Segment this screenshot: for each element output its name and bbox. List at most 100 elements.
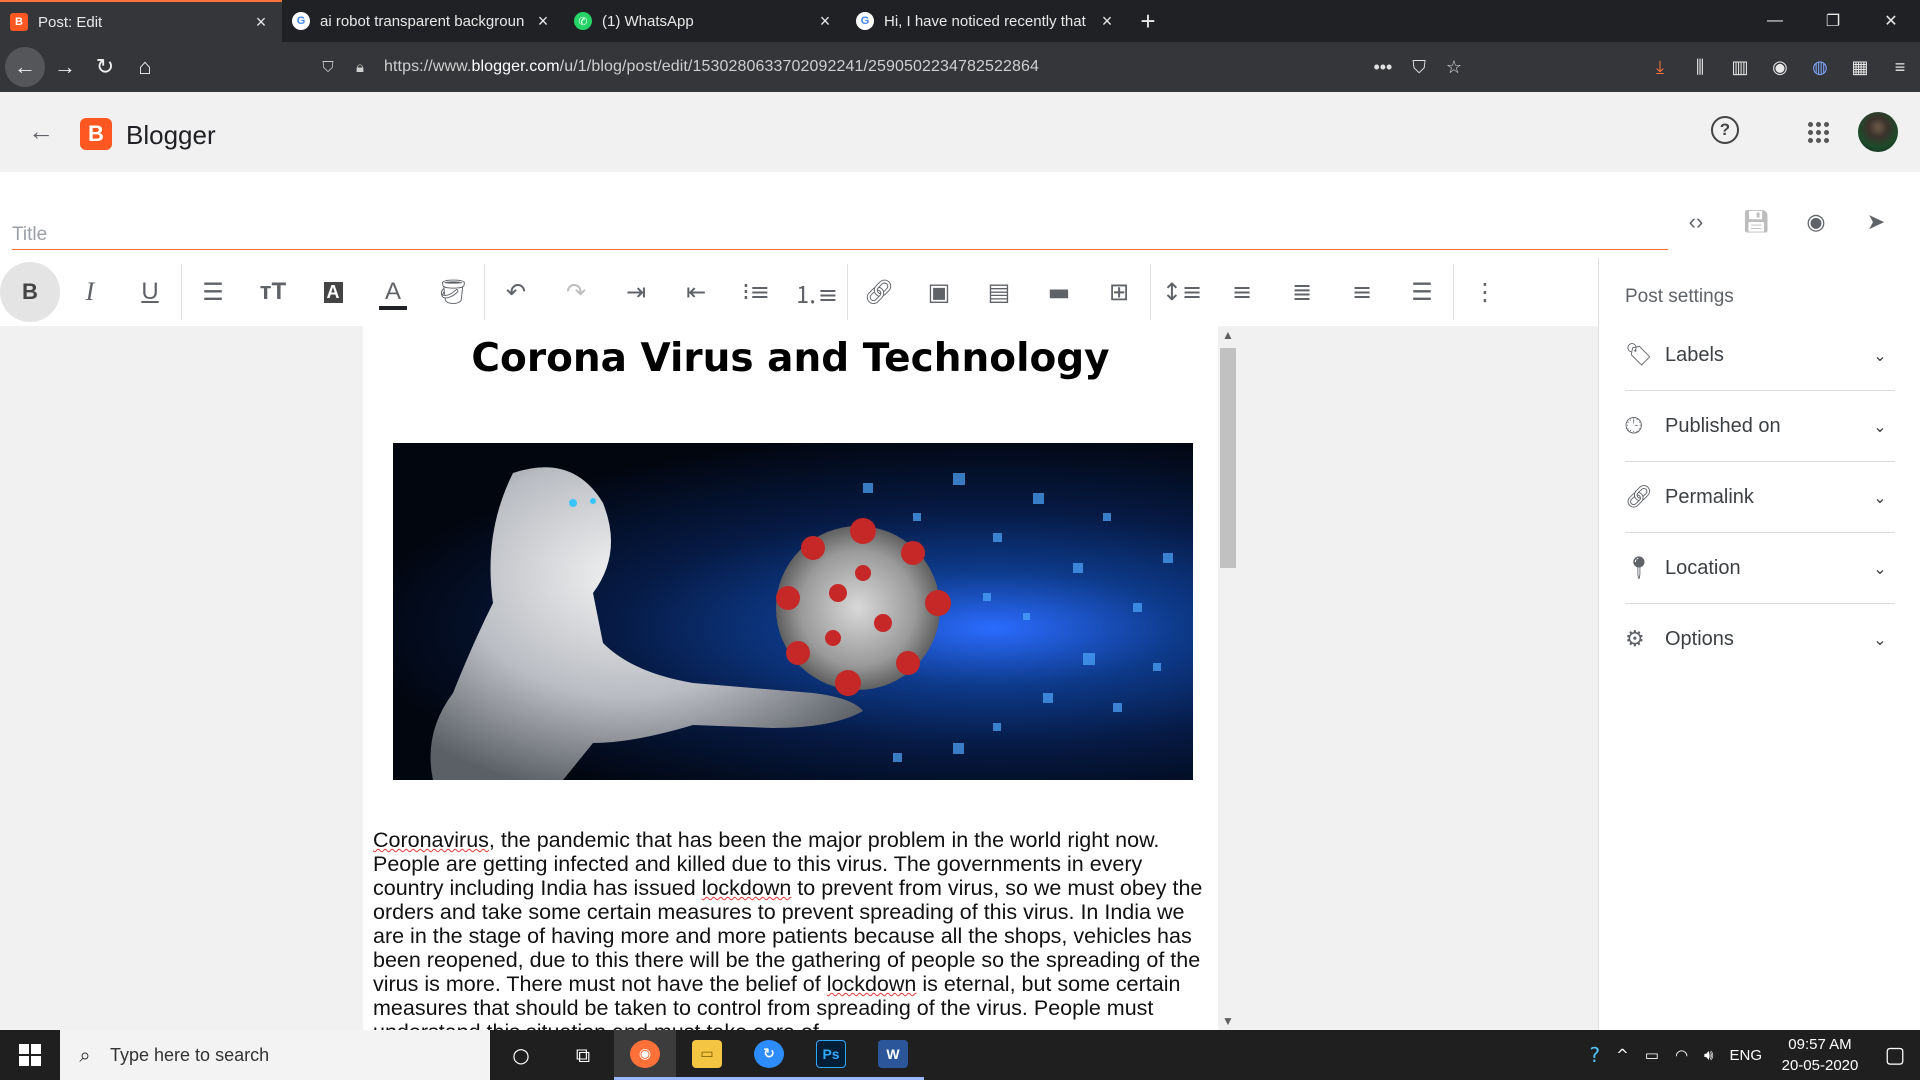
download-icon[interactable]: ⤓: [1640, 57, 1680, 78]
redo-icon[interactable]: ↷: [546, 262, 606, 322]
wifi-icon[interactable]: ◠: [1667, 1046, 1696, 1064]
close-tab-icon[interactable]: ×: [532, 11, 554, 32]
underline-button[interactable]: U: [120, 262, 180, 322]
numbered-list-icon[interactable]: ⒈≡: [786, 262, 846, 322]
post-document[interactable]: Corona Virus and Technology Coronavirus,…: [363, 326, 1218, 1030]
line-spacing-icon[interactable]: ↕≡: [1152, 262, 1212, 322]
battery-icon[interactable]: ▭: [1637, 1046, 1667, 1064]
url-text[interactable]: https://www.blogger.com/u/1/blog/post/ed…: [376, 58, 1373, 76]
tab-whatsapp[interactable]: ✆ (1) WhatsApp ×: [564, 0, 846, 42]
close-tab-icon[interactable]: ×: [250, 12, 272, 33]
help-icon[interactable]: ?: [1711, 116, 1739, 144]
font-size-icon[interactable]: ᴛT: [243, 262, 303, 322]
post-title-input[interactable]: [12, 220, 1668, 250]
cortana-icon[interactable]: ○: [490, 1030, 552, 1080]
post-settings-panel: Post settings 🏷︎ Labels ⌄ 🕒︎ Published o…: [1598, 258, 1920, 1030]
app-sync-icon[interactable]: ↻: [738, 1030, 800, 1080]
forward-arrow-icon[interactable]: →: [45, 47, 85, 87]
minimize-icon[interactable]: —: [1746, 0, 1804, 42]
photoshop-icon[interactable]: Ps: [800, 1030, 862, 1080]
firefox-taskbar-icon[interactable]: ◉: [614, 1030, 676, 1080]
italic-button[interactable]: I: [60, 262, 120, 322]
text-style-icon[interactable]: A: [303, 262, 363, 322]
indent-increase-icon[interactable]: ⇥: [606, 262, 666, 322]
jump-break-icon[interactable]: ▬: [1029, 262, 1089, 322]
publish-send-icon[interactable]: ➤: [1846, 202, 1906, 242]
settings-published-on[interactable]: 🕒︎ Published on ⌄: [1625, 391, 1895, 462]
scrollbar-thumb[interactable]: [1220, 348, 1236, 568]
language-indicator[interactable]: ENG: [1721, 1047, 1770, 1064]
settings-labels[interactable]: 🏷︎ Labels ⌄: [1625, 320, 1895, 391]
robot-virus-image[interactable]: [393, 443, 1193, 780]
tab-hi-noticed[interactable]: G Hi, I have noticed recently that ×: [846, 0, 1128, 42]
scroll-down-icon[interactable]: ▼: [1218, 1014, 1238, 1028]
menu-icon[interactable]: ≡: [1880, 57, 1920, 78]
spellcheck-word[interactable]: lockdown: [827, 972, 917, 996]
post-body-paragraph[interactable]: Coronavirus, the pandemic that has been …: [373, 828, 1213, 1030]
settings-item-label: Location: [1665, 556, 1741, 579]
close-tab-icon[interactable]: ×: [1096, 11, 1118, 32]
restore-icon[interactable]: ❐: [1804, 0, 1862, 42]
text-color-icon[interactable]: A: [363, 262, 423, 322]
address-bar[interactable]: ⛉ 🔒︎ https://www.blogger.com/u/1/blog/po…: [312, 48, 1478, 86]
sidebar-icon[interactable]: ▥: [1720, 57, 1760, 78]
taskbar-search[interactable]: ⌕ Type here to search: [60, 1030, 490, 1080]
insert-video-icon[interactable]: ▤: [969, 262, 1029, 322]
avatar[interactable]: [1858, 112, 1898, 152]
insert-image-icon[interactable]: ▣: [909, 262, 969, 322]
task-view-icon[interactable]: ⧉: [552, 1030, 614, 1080]
addons-icon[interactable]: ▦: [1840, 57, 1880, 78]
word-icon[interactable]: W: [862, 1030, 924, 1080]
more-actions-icon[interactable]: •••: [1373, 57, 1392, 78]
insert-link-icon[interactable]: 🔗︎: [849, 262, 909, 322]
highlight-color-icon[interactable]: 🪣︎: [423, 262, 483, 322]
spellcheck-word[interactable]: Coronavirus: [373, 828, 489, 852]
align-left-icon[interactable]: ≡: [1212, 262, 1272, 322]
blogger-logo-icon[interactable]: B: [80, 118, 112, 150]
settings-location[interactable]: 📍︎ Location ⌄: [1625, 533, 1895, 604]
undo-icon[interactable]: ↶: [486, 262, 546, 322]
align-center-icon[interactable]: ≣: [1272, 262, 1332, 322]
volume-icon[interactable]: 🔊︎: [1696, 1046, 1721, 1064]
save-icon[interactable]: 💾︎: [1726, 202, 1786, 242]
apps-grid-icon[interactable]: [1808, 122, 1829, 143]
scroll-up-icon[interactable]: ▲: [1218, 328, 1238, 342]
blogger-icon: B: [10, 13, 28, 31]
taskbar-clock[interactable]: 09:57 AM 20-05-2020: [1770, 1034, 1870, 1076]
settings-options[interactable]: ⚙ Options ⌄: [1625, 604, 1895, 675]
new-tab-icon[interactable]: +: [1128, 0, 1168, 42]
paragraph-format-icon[interactable]: ☰: [183, 262, 243, 322]
file-explorer-icon[interactable]: ▭: [676, 1030, 738, 1080]
tab-post-edit[interactable]: B Post: Edit ×: [0, 0, 282, 42]
account-icon[interactable]: ◉: [1760, 57, 1800, 78]
back-arrow-icon[interactable]: ←: [28, 116, 54, 147]
align-justify-icon[interactable]: ☰: [1392, 262, 1452, 322]
reload-icon[interactable]: ↻: [85, 47, 125, 87]
editor-scrollbar[interactable]: ▲ ▼: [1218, 326, 1238, 1030]
library-icon[interactable]: ⫼: [1680, 57, 1720, 78]
help-tray-icon[interactable]: ?: [1582, 1043, 1609, 1067]
bold-button[interactable]: B: [0, 262, 60, 322]
start-button[interactable]: [0, 1030, 60, 1080]
title-row: ‹› 💾︎ ◉ ➤: [0, 172, 1920, 252]
align-right-icon[interactable]: ≡: [1332, 262, 1392, 322]
indent-decrease-icon[interactable]: ⇤: [666, 262, 726, 322]
spellcheck-word[interactable]: lockdown: [702, 876, 792, 900]
tab-ai-robot[interactable]: G ai robot transparent backgroun ×: [282, 0, 564, 42]
html-view-icon[interactable]: ‹›: [1666, 202, 1726, 242]
window-close-icon[interactable]: ✕: [1862, 0, 1920, 42]
bulleted-list-icon[interactable]: ⁝≡: [726, 262, 786, 322]
home-icon[interactable]: ⌂: [125, 47, 165, 87]
extension-icon[interactable]: ◍: [1800, 57, 1840, 78]
preview-eye-icon[interactable]: ◉: [1786, 202, 1846, 242]
more-options-icon[interactable]: ⋮: [1455, 262, 1515, 322]
insert-table-icon[interactable]: ⊞: [1089, 262, 1149, 322]
pocket-icon[interactable]: ⛉: [1412, 57, 1426, 78]
notification-icon[interactable]: ▢: [1870, 1042, 1920, 1068]
chevron-up-icon[interactable]: ^: [1608, 1046, 1637, 1064]
settings-permalink[interactable]: 🔗︎ Permalink ⌄: [1625, 462, 1895, 533]
back-arrow-icon[interactable]: ←: [5, 47, 45, 87]
bookmark-star-icon[interactable]: ☆: [1446, 57, 1462, 78]
close-tab-icon[interactable]: ×: [814, 11, 836, 32]
post-heading[interactable]: Corona Virus and Technology: [363, 336, 1218, 381]
